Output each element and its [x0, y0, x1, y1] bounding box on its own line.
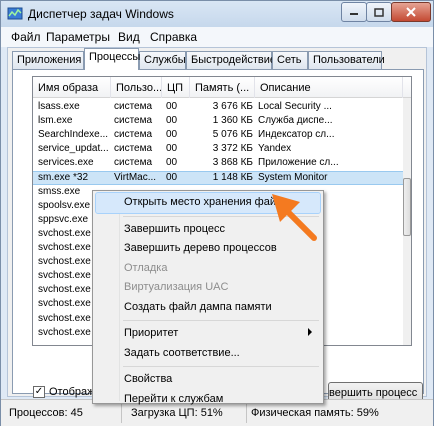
- title-bar[interactable]: Диспетчер задач Windows: [1, 1, 433, 27]
- cell-user: система: [114, 129, 153, 141]
- cell-cpu: 00: [166, 101, 178, 112]
- context-menu-item-label: Отладка: [124, 261, 168, 274]
- table-row[interactable]: sm.exe *32 VirtMac... 00 1 148 КБ System Mon…: [33, 170, 404, 185]
- menu-view[interactable]: Вид: [118, 30, 140, 44]
- cell-user: система: [114, 101, 153, 112]
- col-cpu[interactable]: ЦП: [162, 77, 190, 98]
- cell-image-name: services.exe: [38, 157, 94, 169]
- cell-cpu: 00: [166, 129, 178, 141]
- cell-description: System Monitor: [258, 171, 328, 183]
- menu-separator: [123, 320, 319, 321]
- cell-description: Приложение сл...: [258, 157, 339, 169]
- context-menu-item: Виртуализация UAC: [96, 278, 320, 298]
- cell-image-name: lsass.exe: [38, 101, 80, 112]
- context-menu-item-label: Приоритет: [124, 327, 179, 339]
- scrollbar-thumb[interactable]: [403, 178, 411, 236]
- cell-memory: 3 372 КБ: [212, 143, 253, 155]
- cell-memory: 1 360 КБ: [212, 115, 253, 127]
- context-menu-item[interactable]: Задать соответствие...: [96, 344, 320, 364]
- cell-user: VirtMac...: [114, 171, 157, 183]
- context-menu-item[interactable]: Создать файл дампа памяти: [96, 298, 320, 318]
- cell-description: Служба диспе...: [258, 115, 333, 127]
- show-all-users-checkbox[interactable]: ✓: [33, 386, 45, 398]
- context-menu-item: Отладка: [96, 259, 320, 279]
- context-menu-item-label: Задать соответствие...: [124, 346, 240, 359]
- cell-memory: 3 676 КБ: [212, 101, 253, 112]
- menu-options[interactable]: Параметры: [46, 30, 110, 44]
- tab-performance[interactable]: Быстродействие: [186, 51, 276, 69]
- tab-users[interactable]: Пользователи: [308, 51, 385, 69]
- window-title: Диспетчер задач Windows: [28, 7, 174, 21]
- minimize-button[interactable]: [341, 2, 367, 22]
- context-menu-item-label: Завершить процесс: [124, 222, 225, 235]
- cell-description: Yandex: [258, 143, 292, 155]
- table-row[interactable]: service_updat... система 00 3 372 КБ Yandex: [33, 143, 403, 155]
- cell-image-name: service_updat...: [38, 143, 109, 155]
- context-menu-item-label: Создать файл дампа памяти: [124, 300, 272, 313]
- tab-services[interactable]: Службы: [139, 51, 186, 69]
- cell-memory: 1 148 КБ: [212, 171, 253, 183]
- menu-file[interactable]: Файл: [11, 30, 41, 44]
- context-menu-item[interactable]: Завершить дерево процессов: [96, 239, 320, 259]
- task-manager-icon: [7, 7, 23, 20]
- context-menu-item-label: Виртуализация UAC: [124, 281, 229, 293]
- cell-memory: 5 076 КБ: [212, 129, 253, 141]
- col-description[interactable]: Описание: [255, 77, 403, 98]
- cell-cpu: 00: [166, 171, 178, 183]
- table-row[interactable]: services.exe система 00 3 868 КБ Приложение …: [33, 157, 403, 169]
- menu-separator: [123, 366, 319, 367]
- table-row[interactable]: lsass.exe система 00 3 676 КБ Local Security…: [33, 101, 403, 113]
- cell-image-name: SearchIndexe...: [38, 129, 109, 141]
- submenu-arrow-icon: [308, 328, 312, 336]
- context-menu-item-label: Завершить дерево процессов: [124, 242, 277, 254]
- cell-image-name: lsm.exe: [38, 115, 73, 127]
- context-menu-item[interactable]: Свойства: [96, 370, 320, 390]
- menu-bar: Файл Параметры Вид Справка: [1, 27, 433, 47]
- cell-cpu: 00: [166, 157, 178, 169]
- table-row[interactable]: lsm.exe система 00 1 360 КБ Служба диспе...: [33, 115, 403, 127]
- cell-image-name: sm.exe *32: [38, 171, 89, 183]
- cell-cpu: 00: [166, 115, 178, 127]
- cell-user: система: [114, 143, 153, 155]
- cell-user: система: [114, 157, 153, 169]
- context-menu-item[interactable]: Приоритет: [96, 324, 320, 344]
- vertical-scrollbar[interactable]: [403, 98, 411, 345]
- cell-description: Local Security ...: [258, 101, 332, 112]
- context-menu-item-label: Свойства: [124, 373, 173, 385]
- col-memory[interactable]: Память (...: [190, 77, 255, 98]
- cell-memory: 3 868 КБ: [212, 157, 253, 169]
- cell-cpu: 00: [166, 143, 178, 155]
- maximize-button[interactable]: [366, 2, 392, 22]
- tab-applications[interactable]: Приложения: [12, 51, 84, 69]
- cell-description: Индексатор сл...: [258, 129, 335, 141]
- context-menu-item-label: Перейти к службам: [124, 392, 224, 405]
- context-menu-item-label: Открыть место хранения файла: [124, 196, 289, 208]
- tab-network[interactable]: Сеть: [272, 51, 308, 69]
- column-headers: Имя образа Пользо... ЦП Память (... Опис…: [33, 77, 411, 98]
- col-image-name[interactable]: Имя образа: [33, 77, 111, 98]
- close-icon: [406, 7, 416, 17]
- tab-processes[interactable]: Процессы: [84, 48, 140, 70]
- minimize-icon: [350, 13, 358, 15]
- cell-user: система: [114, 115, 153, 127]
- table-row[interactable]: SearchIndexe... система 00 5 076 КБ Индексат…: [33, 129, 403, 141]
- annotation-arrow-icon: [272, 194, 317, 241]
- status-processes: Процессов: 45: [9, 407, 83, 419]
- col-user[interactable]: Пользо...: [111, 77, 162, 98]
- maximize-icon: [374, 7, 384, 17]
- menu-help[interactable]: Справка: [150, 30, 197, 44]
- context-menu-item[interactable]: Перейти к службам: [96, 390, 320, 410]
- close-button[interactable]: [391, 2, 431, 22]
